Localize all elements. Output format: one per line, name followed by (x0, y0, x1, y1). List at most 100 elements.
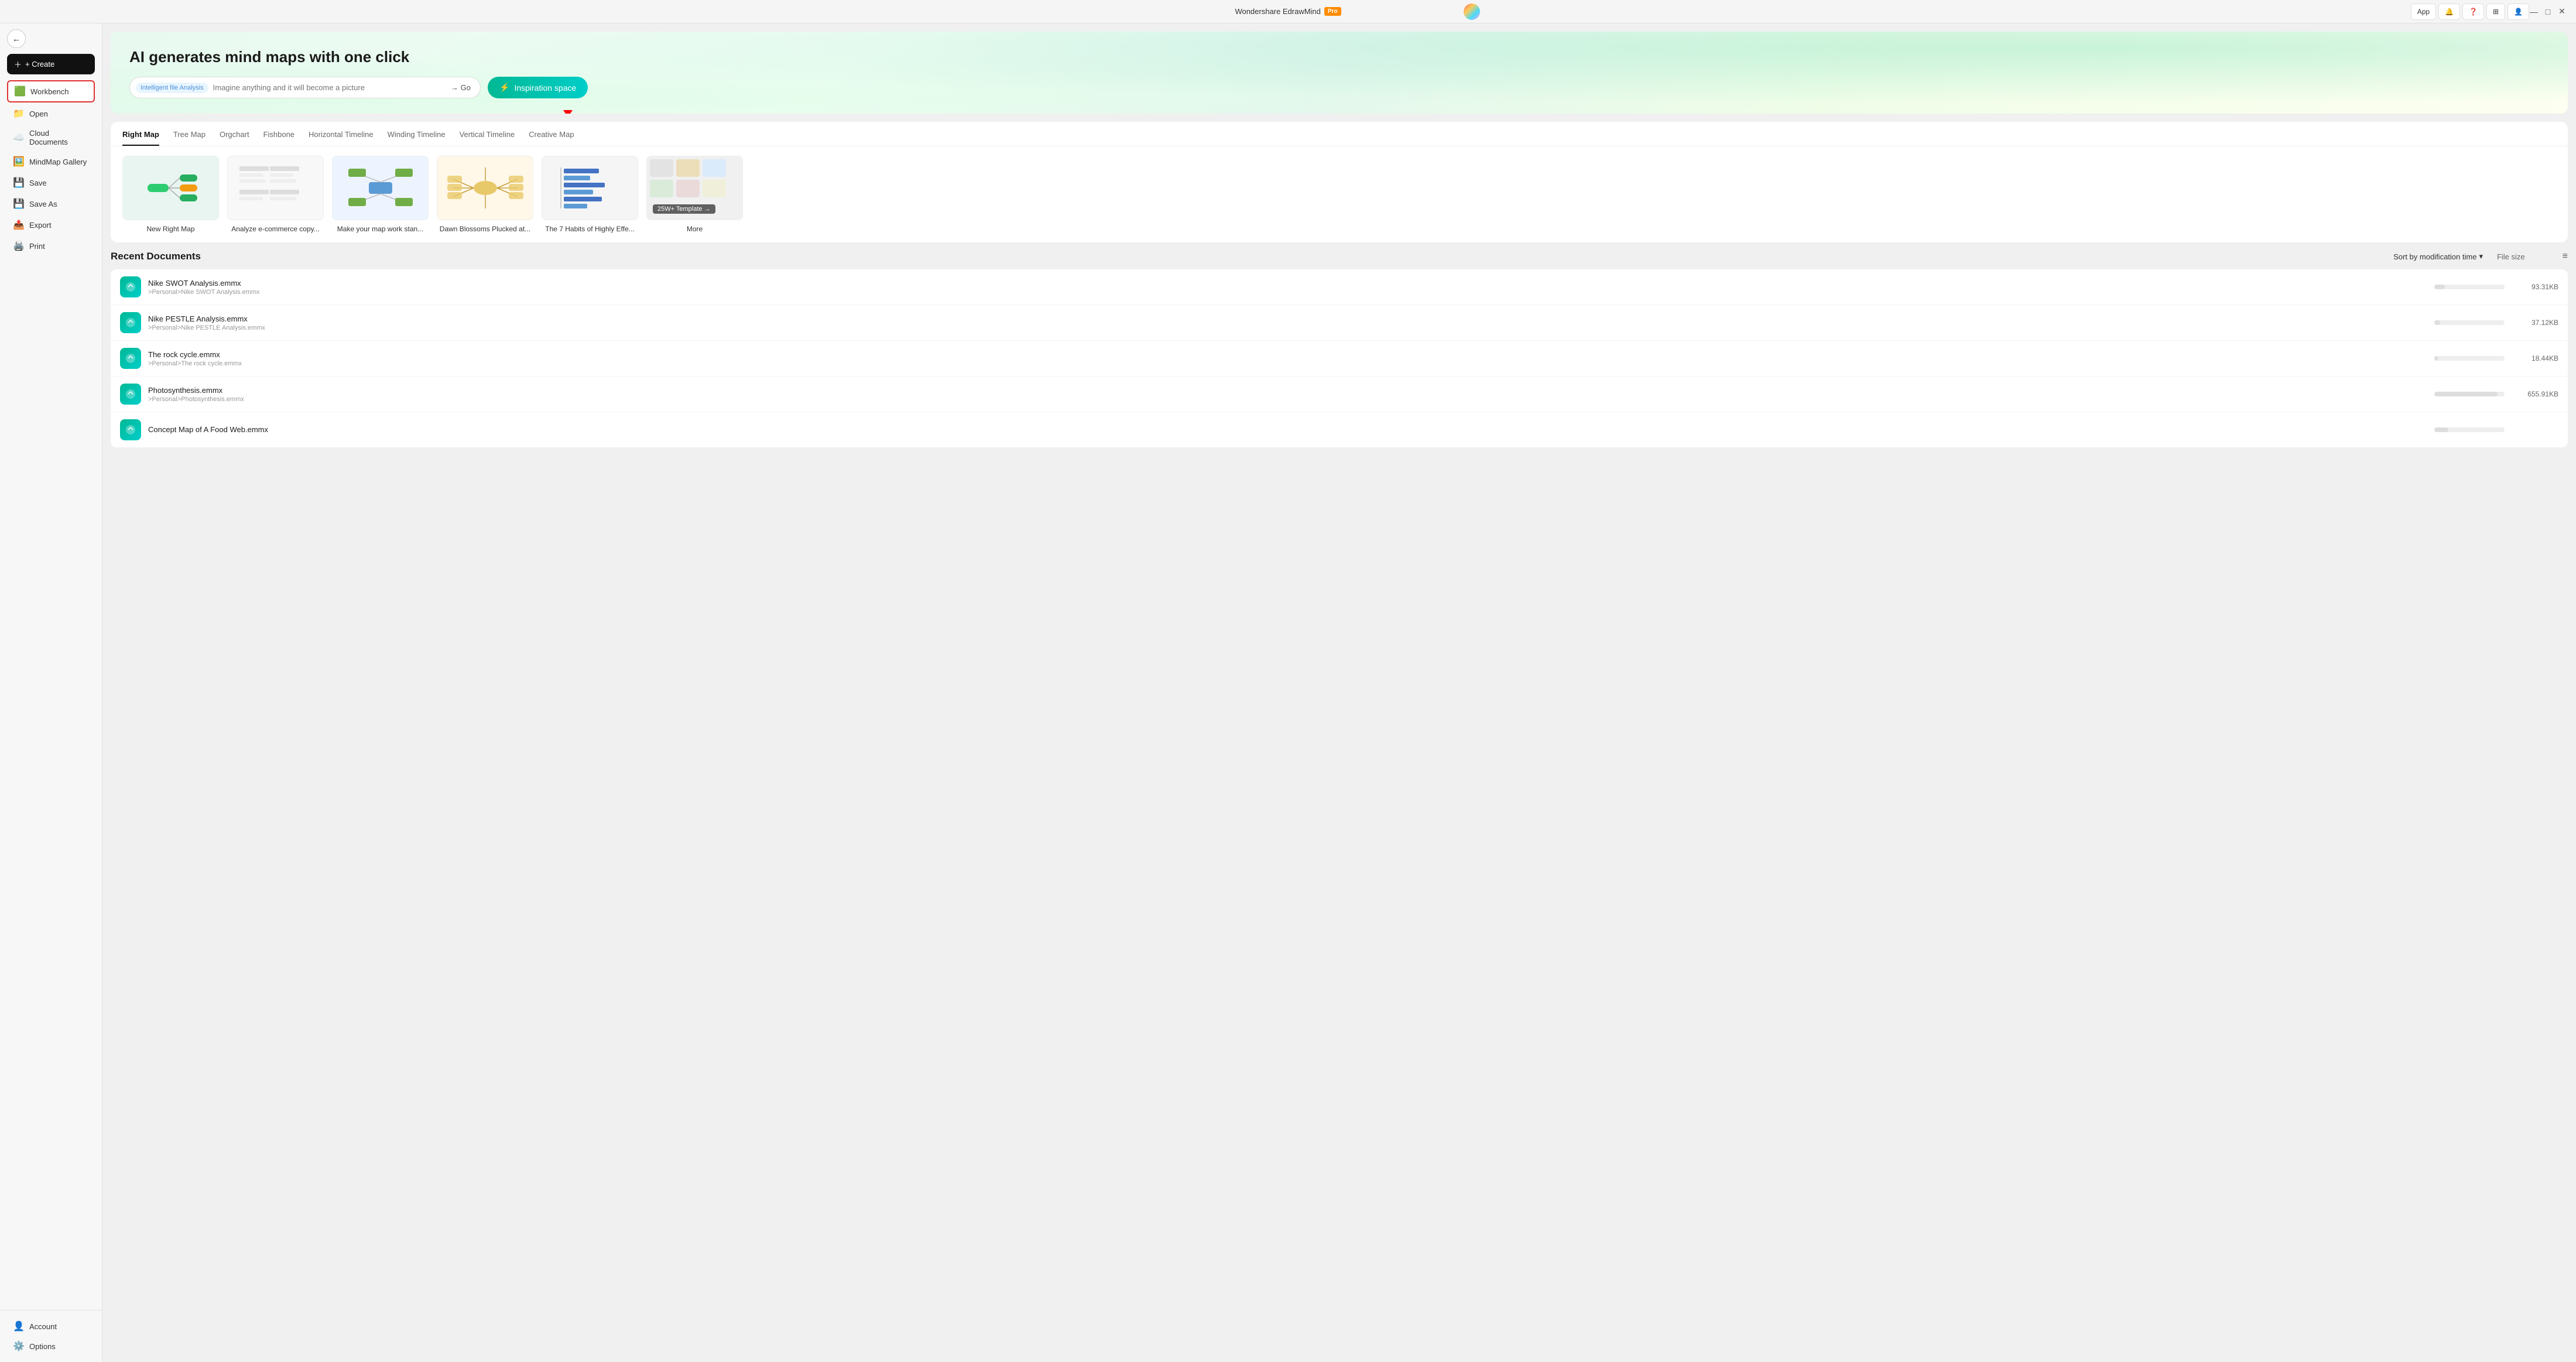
doc-info: Photosynthesis.emmx >Personal>Photosynth… (148, 386, 2427, 403)
doc-size: 93.31KB (2512, 283, 2558, 291)
recent-section: Recent Documents Sort by modification ti… (111, 251, 2568, 447)
sidebar-item-label: Workbench (30, 87, 69, 96)
account-icon: 👤 (13, 1320, 25, 1332)
create-label: + Create (25, 60, 54, 69)
cursor-indicator (563, 110, 573, 114)
sidebar-item-label: Print (29, 242, 45, 251)
doc-bar (2434, 356, 2438, 361)
grid-button[interactable]: ⊞ (2486, 4, 2505, 20)
save-icon: 💾 (13, 177, 25, 189)
tab-wtimeline[interactable]: Winding Timeline (388, 130, 446, 146)
doc-path: >Personal>Nike PESTLE Analysis.emmx (148, 324, 2427, 331)
tab-orgchart[interactable]: Orgchart (220, 130, 249, 146)
hero-search-input[interactable] (213, 83, 445, 92)
hero-bg-decor (111, 32, 2568, 114)
sidebar-item-gallery[interactable]: 🖼️ MindMap Gallery (7, 152, 95, 172)
list-view-icon: ≡ (2563, 251, 2568, 261)
hero-input-wrap: Intelligent file Analysis → Go (129, 77, 481, 98)
doc-row[interactable]: Nike PESTLE Analysis.emmx >Personal>Nike… (111, 305, 2568, 341)
doc-path: >Personal>Photosynthesis.emmx (148, 396, 2427, 403)
sidebar-item-saveas[interactable]: 💾 Save As (7, 194, 95, 214)
tab-right-map[interactable]: Right Map (122, 130, 159, 146)
sidebar-item-label: Save As (29, 200, 57, 208)
doc-bar-wrap (2434, 392, 2505, 396)
app-name: Wondershare EdrawMind (1235, 7, 1320, 16)
doc-bar (2434, 320, 2440, 325)
template-cards: New Right Map (111, 146, 2568, 242)
help-button[interactable]: ❓ (2462, 4, 2484, 20)
analysis-tag[interactable]: Intelligent file Analysis (136, 83, 208, 93)
doc-icon (120, 384, 141, 405)
recent-title: Recent Documents (111, 251, 201, 262)
list-toggle-button[interactable]: ≡ (2563, 251, 2568, 262)
titlebar-title: Wondershare EdrawMind Pro (1235, 7, 1341, 16)
template-card-dawn[interactable]: Dawn Blossoms Plucked at... (437, 156, 533, 233)
sidebar-item-label: Cloud Documents (29, 129, 89, 146)
doc-row[interactable]: Photosynthesis.emmx >Personal>Photosynth… (111, 377, 2568, 412)
sort-label: Sort by modification time (2393, 252, 2476, 261)
template-label: Dawn Blossoms Plucked at... (437, 225, 533, 233)
sort-button[interactable]: Sort by modification time ▾ (2393, 252, 2483, 261)
template-card-work[interactable]: Make your map work stan... (332, 156, 429, 233)
options-icon: ⚙️ (13, 1340, 25, 1352)
sidebar-item-open[interactable]: 📁 Open (7, 104, 95, 124)
template-label: New Right Map (122, 225, 219, 233)
tab-fishbone[interactable]: Fishbone (263, 130, 294, 146)
back-button[interactable]: ← (7, 29, 26, 48)
template-label: Make your map work stan... (332, 225, 429, 233)
minimize-button[interactable]: — (2529, 7, 2539, 16)
template-card-habits[interactable]: The 7 Habits of Highly Effe... (542, 156, 638, 233)
doc-row[interactable]: Concept Map of A Food Web.emmx (111, 412, 2568, 447)
doc-bar-wrap (2434, 427, 2505, 432)
template-thumb (227, 156, 324, 220)
doc-info: Nike SWOT Analysis.emmx >Personal>Nike S… (148, 279, 2427, 296)
doc-icon (120, 348, 141, 369)
template-card-new-right-map[interactable]: New Right Map (122, 156, 219, 233)
doc-info: Nike PESTLE Analysis.emmx >Personal>Nike… (148, 314, 2427, 331)
recent-header: Recent Documents Sort by modification ti… (111, 251, 2568, 262)
doc-row[interactable]: Nike SWOT Analysis.emmx >Personal>Nike S… (111, 269, 2568, 305)
avatar[interactable] (1464, 4, 1480, 20)
inspiration-button[interactable]: ⚡ Inspiration space (488, 77, 588, 98)
sidebar-item-save[interactable]: 💾 Save (7, 173, 95, 193)
template-thumb (437, 156, 533, 220)
template-card-ecommerce[interactable]: Analyze e-commerce copy... (227, 156, 324, 233)
tab-bar: Right Map Tree Map Orgchart Fishbone Hor… (111, 122, 2568, 146)
doc-icon (120, 312, 141, 333)
create-button[interactable]: ＋ + Create (7, 54, 95, 74)
template-label: More (646, 225, 743, 233)
maximize-button[interactable]: □ (2543, 7, 2553, 16)
print-icon: 🖨️ (13, 240, 25, 252)
sidebar-item-label: Options (29, 1342, 56, 1351)
sidebar-item-account[interactable]: 👤 Account (7, 1316, 95, 1336)
titlebar: Wondershare EdrawMind Pro App 🔔 ❓ ⊞ 👤 — … (0, 0, 2576, 23)
gallery-icon: 🖼️ (13, 156, 25, 167)
cloud-icon: ☁️ (13, 132, 25, 143)
user-button[interactable]: 👤 (2508, 4, 2529, 20)
templates-section: Right Map Tree Map Orgchart Fishbone Hor… (111, 122, 2568, 242)
sidebar-item-cloud[interactable]: ☁️ Cloud Documents (7, 125, 95, 150)
app-button[interactable]: App (2411, 4, 2436, 20)
workbench-icon: 🟩 (14, 85, 26, 97)
doc-row[interactable]: The rock cycle.emmx >Personal>The rock c… (111, 341, 2568, 377)
sidebar-item-print[interactable]: 🖨️ Print (7, 236, 95, 256)
sidebar-item-workbench[interactable]: 🟩 Workbench (7, 80, 95, 102)
hero-title: AI generates mind maps with one click (129, 48, 2549, 66)
tab-vtimeline[interactable]: Vertical Timeline (460, 130, 515, 146)
doc-name: Nike SWOT Analysis.emmx (148, 279, 2427, 288)
sidebar-item-export[interactable]: 📤 Export (7, 215, 95, 235)
go-button[interactable]: → Go (445, 81, 477, 94)
template-card-more[interactable]: 25W+ Template → More (646, 156, 743, 233)
notification-button[interactable]: 🔔 (2438, 4, 2460, 20)
sidebar-bottom: 👤 Account ⚙️ Options (0, 1310, 102, 1362)
doc-bar-wrap (2434, 356, 2505, 361)
doc-size: 37.12KB (2512, 319, 2558, 327)
sidebar-item-label: MindMap Gallery (29, 158, 87, 166)
doc-path: >Personal>Nike SWOT Analysis.emmx (148, 289, 2427, 296)
close-button[interactable]: ✕ (2557, 7, 2567, 16)
tab-creative-map[interactable]: Creative Map (529, 130, 574, 146)
tab-tree-map[interactable]: Tree Map (173, 130, 205, 146)
tab-htimeline[interactable]: Horizontal Timeline (309, 130, 374, 146)
sidebar-item-options[interactable]: ⚙️ Options (7, 1336, 95, 1356)
window-controls: — □ ✕ (2529, 7, 2567, 16)
